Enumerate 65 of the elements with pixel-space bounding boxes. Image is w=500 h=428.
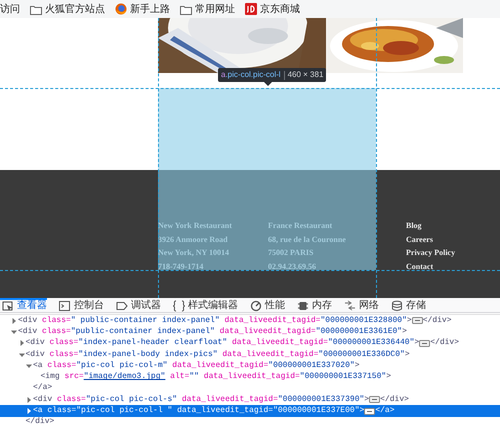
address-line: New York Restaurant	[158, 220, 233, 232]
collapsed-arrow-icon[interactable]	[18, 340, 24, 346]
code-text: </div>	[430, 337, 460, 350]
tag-name: a	[221, 69, 226, 81]
devtools-tab[interactable]: 存储	[391, 298, 426, 312]
folder-icon	[180, 4, 192, 14]
bookmark-link[interactable]: 京东商城	[260, 2, 300, 16]
bookmark-link[interactable]: 火狐官方站点	[45, 2, 105, 16]
braces-icon	[173, 300, 185, 312]
chip-icon	[297, 300, 309, 312]
collapsed-content-icon	[419, 340, 430, 347]
console-icon	[59, 300, 71, 312]
devtools-tab[interactable]: 样式编辑器	[173, 298, 238, 312]
code-line: <div class="index-panel-body index-pics" data_liveedit_tagid="000000001E336DC0">	[26, 348, 410, 361]
footer-link[interactable]: Careers	[406, 234, 496, 248]
code-text: </a>	[33, 382, 52, 394]
gauge-icon	[250, 300, 262, 312]
bookmark-link[interactable]: 新手上路	[130, 2, 170, 16]
code-text: </a>	[375, 405, 395, 418]
code-line: <div class="public-container index-panel" data_liveedit_tagid="000000001E3361E0">	[18, 326, 407, 338]
arrows-icon	[344, 300, 356, 312]
address-line: France Restaurant	[268, 220, 334, 232]
bookmark-link[interactable]: 访问	[0, 2, 20, 16]
expanded-arrow-icon[interactable]	[18, 352, 24, 358]
devtools-tab[interactable]: 内存	[297, 298, 332, 312]
expanded-arrow-icon[interactable]	[11, 328, 17, 335]
footer-link[interactable]: Privacy Policy	[406, 247, 496, 262]
address-line: 68, rue de la Couronne	[268, 234, 347, 246]
footer-link[interactable]: Blog	[406, 220, 496, 234]
devtools-tab[interactable]: 网络	[344, 298, 379, 312]
code-text: </div>	[380, 394, 409, 406]
folder-icon	[30, 4, 42, 14]
address-line: 718-749-1714	[158, 261, 204, 274]
collapsed-content-icon	[369, 396, 380, 404]
code-text: </div>	[422, 314, 452, 327]
collapsed-arrow-icon[interactable]	[26, 408, 32, 414]
address-line: New York, NY 10014	[158, 247, 230, 260]
collapsed-arrow-icon[interactable]	[11, 318, 17, 324]
collapsed-arrow-icon[interactable]	[26, 396, 32, 403]
address-line: 75002 PARIS	[268, 247, 314, 260]
code-line: <img src="image/demo3.jpg" alt="" data_liveedit_tagid="000000001E337150">	[40, 371, 392, 383]
code-line: <div class="pic-col pic-col-s" data_liveedit_tagid="000000001E337390">	[33, 394, 370, 406]
cursor-box-icon	[2, 300, 14, 312]
collapsed-content-icon	[364, 408, 376, 415]
collapsed-content-icon	[412, 317, 423, 324]
expanded-arrow-icon[interactable]	[26, 362, 32, 369]
code-text: </div>	[26, 416, 54, 428]
tag-shape-icon	[116, 300, 128, 312]
code-line: <a class="pic-col pic-col-m" data_liveedit_tagid="000000001E337020">	[33, 360, 360, 372]
devtools-tab[interactable]: 性能	[250, 298, 285, 312]
selector-text: .pic-col.pic-col-l	[225, 69, 281, 81]
devtools-tab[interactable]: 调试器	[116, 298, 161, 312]
code-line: <div class=" public-container index-panel" data_liveedit_tagid="000000001E328800">	[18, 314, 412, 327]
code-line: <div class="index-panel-header clearfloat" data_liveedit_tagid="000000001E336440">	[26, 337, 420, 350]
selected-node-row[interactable]: <a class="pic-col pic-col-l " data_liveedit_tagid="000000001E337E00"> </a>	[0, 405, 500, 417]
address-line: 3926 Anmoore Road	[158, 234, 229, 246]
store-logo-icon	[245, 3, 257, 15]
size-text: 460 × 381	[288, 69, 324, 81]
footer-link[interactable]: Contact	[406, 261, 496, 275]
devtools-tab[interactable]: 控制台	[59, 298, 104, 312]
bookmark-link[interactable]: 常用网址	[195, 2, 235, 16]
globe-icon	[115, 3, 127, 15]
code-line: <a class="pic-col pic-col-l " data_liveedit_tagid="000000001E337E00">	[33, 405, 364, 417]
database-icon	[391, 300, 403, 312]
address-line: 02.94.23.69.56	[268, 261, 317, 274]
